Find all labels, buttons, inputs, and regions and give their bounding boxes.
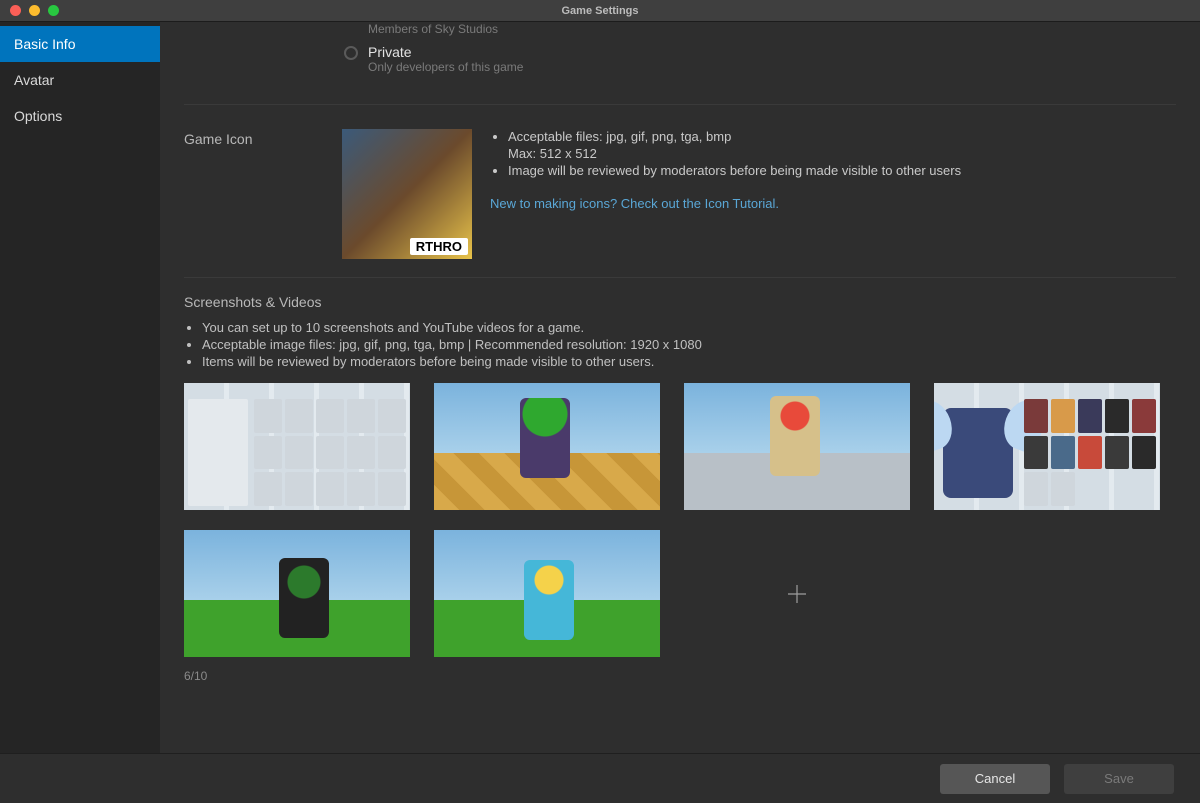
game-icon-bullet-sub: Max: 512 x 512 <box>508 146 961 161</box>
divider <box>184 104 1176 105</box>
divider <box>184 277 1176 278</box>
maximize-icon[interactable] <box>48 5 59 16</box>
screenshot-thumb[interactable] <box>434 383 660 510</box>
add-screenshot-button[interactable] <box>684 530 910 657</box>
game-icon-bullet: Image will be reviewed by moderators bef… <box>508 163 961 178</box>
screenshots-title: Screenshots & Videos <box>184 294 1176 310</box>
screenshots-bullet: Items will be reviewed by moderators bef… <box>202 354 1176 369</box>
screenshots-grid <box>184 383 1176 657</box>
plus-icon <box>784 581 810 607</box>
screenshots-bullet: You can set up to 10 screenshots and You… <box>202 320 1176 335</box>
screenshot-thumb[interactable] <box>684 383 910 510</box>
save-button: Save <box>1064 764 1174 794</box>
sidebar-item-basic-info[interactable]: Basic Info <box>0 26 160 62</box>
screenshots-info: You can set up to 10 screenshots and You… <box>184 320 1176 369</box>
window-controls <box>10 5 59 16</box>
screenshots-bullet: Acceptable image files: jpg, gif, png, t… <box>202 337 1176 352</box>
screenshot-thumb[interactable] <box>934 383 1160 510</box>
sidebar-item-options[interactable]: Options <box>0 98 160 134</box>
radio-icon <box>344 46 358 60</box>
screenshot-thumb[interactable] <box>184 530 410 657</box>
game-icon-label: Game Icon <box>184 129 324 147</box>
screenshot-thumb[interactable] <box>184 383 410 510</box>
screenshot-thumb[interactable] <box>434 530 660 657</box>
sidebar-item-avatar[interactable]: Avatar <box>0 62 160 98</box>
screenshots-counter: 6/10 <box>184 669 1176 683</box>
main-content[interactable]: Members of Sky Studios Private Only deve… <box>160 22 1200 753</box>
close-icon[interactable] <box>10 5 21 16</box>
privacy-private-sub: Only developers of this game <box>368 60 523 74</box>
privacy-private-option[interactable]: Private Only developers of this game <box>344 44 1176 74</box>
game-icon-badge: RTHRO <box>410 238 468 255</box>
privacy-prev-sub: Members of Sky Studios <box>368 22 498 36</box>
game-icon-thumbnail[interactable]: RTHRO <box>342 129 472 259</box>
titlebar: Game Settings <box>0 0 1200 22</box>
icon-tutorial-link[interactable]: New to making icons? Check out the Icon … <box>490 196 779 211</box>
cancel-button[interactable]: Cancel <box>940 764 1050 794</box>
game-icon-bullet: Acceptable files: jpg, gif, png, tga, bm… <box>508 129 961 144</box>
sidebar: Basic Info Avatar Options <box>0 22 160 753</box>
privacy-private-label: Private <box>368 44 523 60</box>
window-title: Game Settings <box>561 5 638 17</box>
footer: Cancel Save <box>0 753 1200 803</box>
game-icon-info: Acceptable files: jpg, gif, png, tga, bm… <box>490 129 961 211</box>
minimize-icon[interactable] <box>29 5 40 16</box>
